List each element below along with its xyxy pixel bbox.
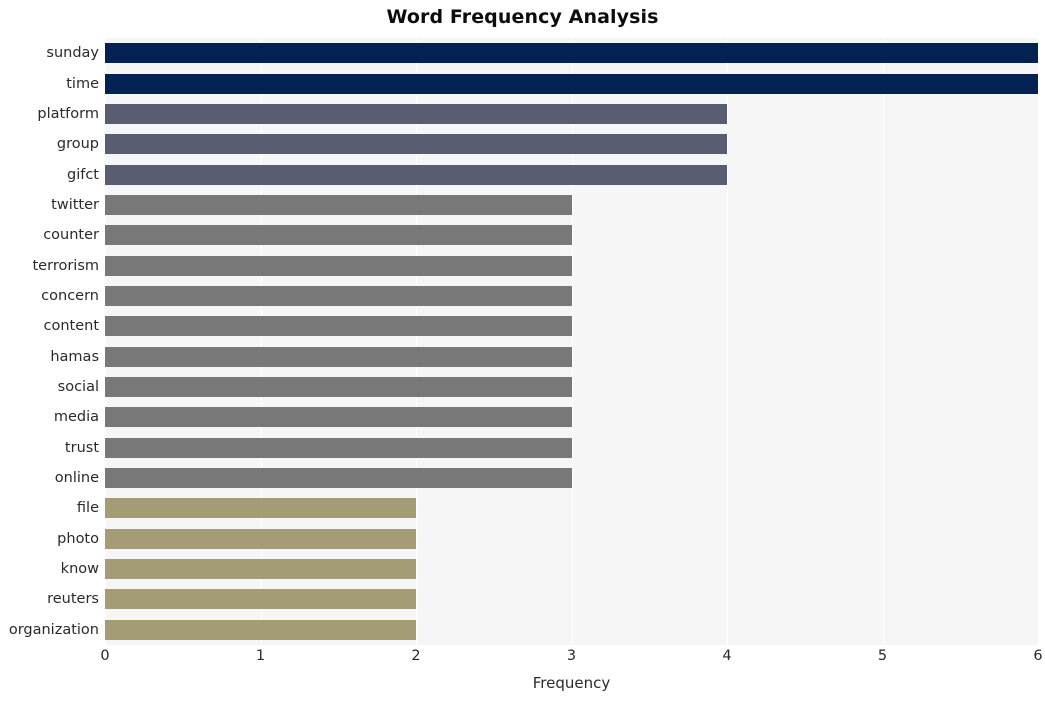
gridline-x-0 — [105, 38, 107, 645]
bar[interactable] — [105, 559, 416, 580]
gridline-x-4 — [727, 38, 729, 645]
y-tick-label: online — [54, 470, 99, 487]
bar[interactable] — [105, 134, 727, 155]
y-tick-label: know — [60, 561, 99, 578]
x-tick-label: 6 — [1033, 648, 1043, 664]
bar[interactable] — [105, 73, 1038, 94]
bar[interactable] — [105, 437, 572, 458]
bar[interactable] — [105, 498, 416, 519]
bar[interactable] — [105, 316, 572, 337]
y-tick-label: organization — [8, 621, 99, 638]
word-frequency-chart-figure: Word Frequency Analysis sunday time platfo… — [0, 0, 1045, 701]
y-tick-label: platform — [37, 105, 99, 122]
bar[interactable] — [105, 285, 572, 306]
y-tick-label: media — [53, 409, 99, 426]
gridline-x-3 — [571, 38, 573, 645]
y-tick-label: trust — [64, 439, 99, 456]
y-tick-label: concern — [41, 287, 99, 304]
bar[interactable] — [105, 377, 572, 398]
bar[interactable] — [105, 346, 572, 367]
y-tick-label: counter — [43, 227, 99, 244]
y-tick-label: hamas — [50, 348, 99, 365]
gridline-x-2 — [416, 38, 418, 645]
bar[interactable] — [105, 194, 572, 215]
bar[interactable] — [105, 43, 1038, 64]
bar[interactable] — [105, 255, 572, 276]
y-tick-label: file — [76, 500, 99, 517]
y-tick-label: gifct — [67, 166, 99, 183]
x-tick-label: 0 — [100, 648, 110, 664]
bar[interactable] — [105, 619, 416, 640]
bar[interactable] — [105, 589, 416, 610]
x-tick-label: 5 — [877, 648, 888, 664]
x-tick-label: 1 — [255, 648, 266, 664]
gridline-x-5 — [882, 38, 884, 645]
y-tick-label: time — [66, 75, 99, 92]
y-tick-label: photo — [57, 530, 99, 547]
chart-title: Word Frequency Analysis — [386, 6, 659, 28]
gridline-x-1 — [260, 38, 262, 645]
x-tick-label: 4 — [722, 648, 732, 664]
y-tick-label: twitter — [51, 196, 99, 213]
plot-area — [105, 38, 1038, 645]
y-tick-label: group — [56, 136, 99, 153]
y-tick-label: reuters — [47, 591, 99, 608]
bar[interactable] — [105, 103, 727, 124]
y-axis-tick-labels: sunday time platform group gifct twitter count… — [0, 38, 99, 645]
y-tick-label: content — [43, 318, 99, 335]
bar[interactable] — [105, 407, 572, 428]
x-axis-tick-labels: 0 1 2 3 4 5 6 — [100, 648, 1042, 672]
y-tick-label: social — [57, 379, 99, 396]
x-axis-label: Frequency — [532, 674, 611, 692]
y-tick-label: terrorism — [32, 257, 100, 274]
bar[interactable] — [105, 164, 727, 185]
y-tick-label: sunday — [46, 45, 99, 62]
x-tick-label: 2 — [411, 648, 421, 664]
x-tick-label: 3 — [566, 648, 577, 664]
bar[interactable] — [105, 225, 572, 246]
bar[interactable] — [105, 528, 416, 549]
bar[interactable] — [105, 468, 572, 489]
